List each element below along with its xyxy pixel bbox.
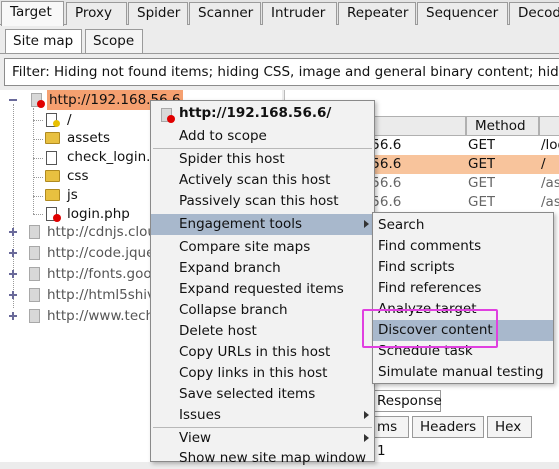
host-icon	[29, 225, 40, 239]
menu-item-copy-urls[interactable]: Copy URLs in this host	[151, 342, 374, 363]
folder-icon	[45, 132, 60, 144]
cell-url: /as	[541, 175, 559, 191]
tab-response[interactable]: Response	[369, 390, 442, 412]
tree-host[interactable]: http://fonts.goo	[47, 264, 152, 284]
menu-item-expand-branch[interactable]: Expand branch	[151, 258, 374, 279]
tree-connector	[33, 196, 43, 197]
menu-item-expand-requested[interactable]: Expand requested items	[151, 279, 374, 300]
issue-dot-icon	[53, 214, 61, 222]
menu-item-copy-links[interactable]: Copy links in this host	[151, 363, 374, 384]
expand-toggle-icon[interactable]	[9, 312, 17, 320]
menu-item-issues[interactable]: Issues	[151, 405, 374, 426]
menu-item-label: Issues	[179, 407, 221, 423]
tab-sequencer[interactable]: Sequencer	[417, 2, 508, 25]
menu-item-spider-host[interactable]: Spider this host	[151, 149, 374, 170]
tab-hex[interactable]: Hex	[487, 416, 532, 438]
tree-host[interactable]: http://html5shiv	[47, 285, 155, 305]
tab-scope[interactable]: Scope	[85, 29, 143, 53]
menu-item-delete-host[interactable]: Delete host	[151, 321, 374, 342]
column-header-url[interactable]	[539, 116, 559, 136]
submenu-arrow-icon	[364, 411, 369, 419]
tree-item-js[interactable]: js	[67, 185, 78, 205]
tree-connector	[33, 108, 34, 214]
submenu-item-find-references[interactable]: Find references	[373, 278, 553, 299]
expand-toggle-icon[interactable]	[9, 249, 17, 257]
cell-url: /as	[541, 194, 559, 210]
tree-connector	[33, 214, 43, 215]
cell-method: GET	[468, 137, 496, 153]
context-menu: http://192.168.56.6/ Add to scope Spider…	[150, 100, 375, 466]
menu-item-add-to-scope[interactable]: Add to scope	[151, 126, 374, 147]
response-line-number: 1	[377, 443, 386, 459]
cell-url: /log	[541, 137, 559, 153]
menu-item-save-selected[interactable]: Save selected items	[151, 384, 374, 405]
tree-connector	[33, 139, 43, 140]
tab-params[interactable]: ms	[369, 416, 409, 438]
tab-decoder[interactable]: Decoder	[509, 2, 559, 25]
tab-scanner[interactable]: Scanner	[189, 2, 261, 25]
tree-item-check-login[interactable]: check_login.	[67, 147, 150, 167]
collapse-toggle-icon[interactable]	[9, 96, 17, 104]
tree-connector	[33, 158, 43, 159]
tree-item-assets[interactable]: assets	[67, 128, 110, 148]
submenu-arrow-icon	[364, 434, 369, 442]
sub-tab-bar: Site map Scope	[0, 26, 559, 54]
cell-method: GET	[468, 194, 496, 210]
file-icon	[46, 151, 57, 165]
engagement-tools-submenu: Search Find comments Find scripts Find r…	[372, 212, 554, 384]
annotation-highlight-box	[362, 309, 498, 348]
tree-item-root-path[interactable]: /	[67, 110, 72, 130]
column-header-method[interactable]: Method	[466, 116, 539, 136]
tab-repeater[interactable]: Repeater	[338, 2, 416, 25]
tab-spider[interactable]: Spider	[128, 2, 188, 25]
tree-item-css[interactable]: css	[67, 166, 89, 186]
menu-item-passive-scan[interactable]: Passively scan this host	[151, 191, 374, 212]
tree-host[interactable]: http://cdnjs.cloud	[47, 222, 165, 242]
cell-url: /	[541, 156, 546, 172]
main-tab-bar: Target Proxy Spider Scanner Intruder Rep…	[0, 0, 559, 26]
host-icon	[29, 288, 40, 302]
tab-site-map[interactable]: Site map	[5, 29, 82, 53]
menu-item-compare-site-maps[interactable]: Compare site maps	[151, 237, 374, 258]
expand-toggle-icon[interactable]	[9, 270, 17, 278]
menu-item-label: Engagement tools	[179, 216, 302, 232]
menu-item-view[interactable]: View	[151, 428, 374, 449]
tree-item-login-php[interactable]: login.php	[67, 204, 130, 224]
tab-target[interactable]: Target	[1, 1, 64, 26]
menu-item-label: View	[179, 430, 212, 446]
submenu-item-search[interactable]: Search	[373, 215, 553, 236]
tree-host[interactable]: http://code.jque	[47, 243, 154, 263]
issue-dot-icon	[37, 100, 45, 108]
host-icon	[29, 267, 40, 281]
host-icon	[29, 309, 40, 323]
submenu-item-find-scripts[interactable]: Find scripts	[373, 257, 553, 278]
host-icon	[29, 246, 40, 260]
tree-connector	[33, 177, 43, 178]
tab-proxy[interactable]: Proxy	[66, 2, 127, 25]
expand-toggle-icon[interactable]	[9, 228, 17, 236]
submenu-item-simulate-testing[interactable]: Simulate manual testing	[373, 362, 553, 383]
context-menu-title: http://192.168.56.6/	[179, 105, 332, 121]
expand-toggle-icon[interactable]	[9, 291, 17, 299]
filter-bar[interactable]: Filter: Hiding not found items; hiding C…	[4, 58, 559, 86]
cell-method: GET	[468, 156, 496, 172]
cell-method: GET	[468, 175, 496, 191]
menu-item-new-site-map-window[interactable]: Show new site map window	[151, 448, 374, 469]
tree-host[interactable]: http://www.tech	[47, 306, 154, 326]
menu-item-engagement-tools[interactable]: Engagement tools	[151, 214, 374, 235]
submenu-item-find-comments[interactable]: Find comments	[373, 236, 553, 257]
folder-icon	[45, 170, 60, 182]
submenu-arrow-icon	[364, 220, 369, 228]
tab-headers[interactable]: Headers	[412, 416, 484, 438]
folder-icon	[45, 189, 60, 201]
menu-item-active-scan[interactable]: Actively scan this host	[151, 170, 374, 191]
tab-intruder[interactable]: Intruder	[262, 2, 337, 25]
tree-connector	[33, 120, 43, 121]
menu-item-collapse-branch[interactable]: Collapse branch	[151, 300, 374, 321]
warning-dot-icon	[53, 120, 60, 127]
